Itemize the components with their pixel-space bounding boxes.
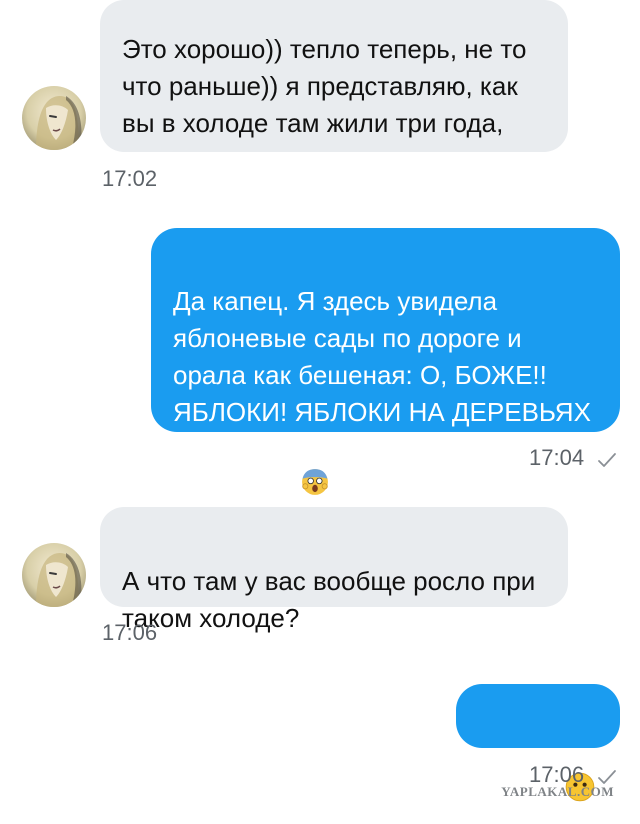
message-bubble-outgoing[interactable]: Сосны	[456, 684, 620, 804]
message-timestamp: 17:04	[529, 445, 585, 470]
message-text: Это хорошо)) тепло теперь, не то что ран…	[122, 34, 527, 138]
message-timestamp: 17:06	[102, 620, 158, 645]
watermark: YAPLAKAL.COM	[501, 784, 614, 799]
avatar[interactable]	[22, 86, 86, 150]
avatar[interactable]	[22, 543, 86, 607]
chat-screen: Это хорошо)) тепло теперь, не то что ран…	[0, 0, 640, 824]
check-icon	[598, 453, 616, 467]
message-text: А что там у вас вообще росло при таком х…	[122, 566, 536, 633]
message-bubble-outgoing[interactable]: Да капец. Я здесь увидела яблоневые сады…	[151, 228, 620, 498]
message-bubble-incoming[interactable]: Это хорошо)) тепло теперь, не то что ран…	[100, 0, 568, 152]
scream-face-icon	[265, 142, 291, 152]
scream-face-icon	[300, 431, 330, 506]
message-bubble-incoming[interactable]: А что там у вас вообще росло при таком х…	[100, 507, 568, 633]
message-timestamp: 17:02	[102, 166, 158, 191]
